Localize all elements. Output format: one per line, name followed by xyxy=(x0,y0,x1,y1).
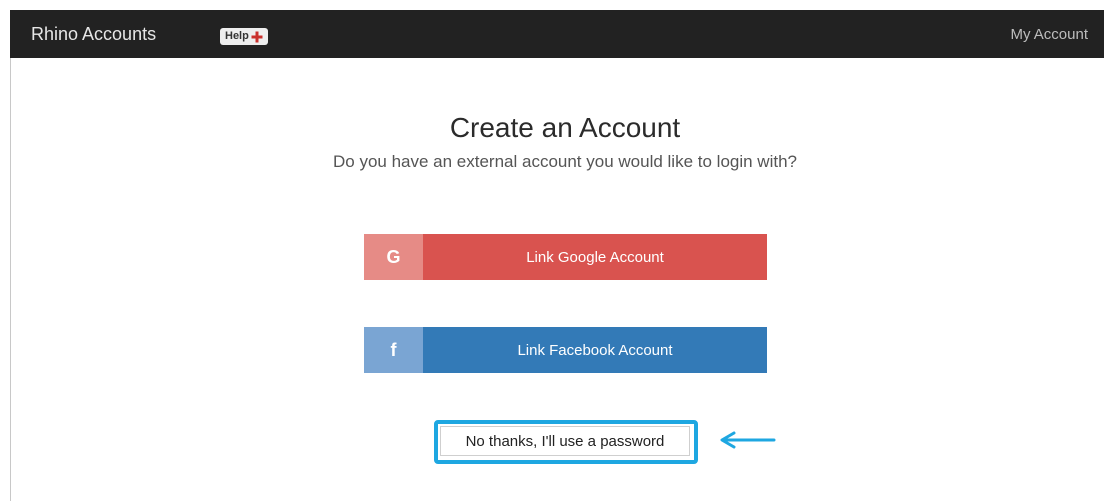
my-account-link[interactable]: My Account xyxy=(1010,25,1088,45)
link-facebook-label: Link Facebook Account xyxy=(423,327,767,373)
facebook-icon: f xyxy=(364,327,423,373)
help-label: Help xyxy=(225,30,249,42)
use-password-button[interactable]: No thanks, I'll use a password xyxy=(440,426,690,456)
top-navbar: Rhino Accounts Help My Account xyxy=(10,10,1104,58)
page: Rhino Accounts Help My Account Create an… xyxy=(0,0,1104,501)
facebook-icon-letter: f xyxy=(390,339,397,360)
link-google-label: Link Google Account xyxy=(423,234,767,280)
arrow-left-icon xyxy=(720,431,776,449)
help-button[interactable]: Help xyxy=(220,28,268,45)
google-icon-letter: G xyxy=(386,246,401,267)
link-google-button[interactable]: G Link Google Account xyxy=(364,234,767,280)
link-facebook-button[interactable]: f Link Facebook Account xyxy=(364,327,767,373)
google-icon: G xyxy=(364,234,423,280)
page-subtitle: Do you have an external account you woul… xyxy=(332,152,797,171)
brand-link[interactable]: Rhino Accounts xyxy=(31,23,156,45)
plus-icon xyxy=(251,31,263,42)
page-title: Create an Account xyxy=(449,112,681,143)
